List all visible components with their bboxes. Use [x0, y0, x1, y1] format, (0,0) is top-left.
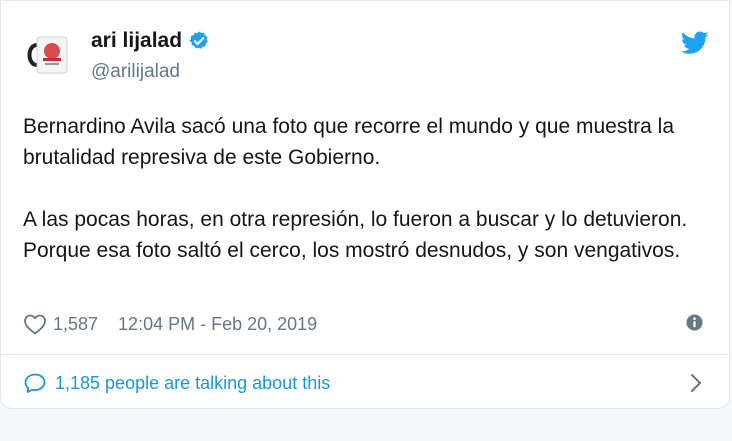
speech-bubble-icon [24, 373, 46, 393]
tweet-text: Bernardino Avila sacó una foto que recor… [23, 111, 713, 266]
chevron-right-icon[interactable] [689, 372, 703, 394]
like-count[interactable]: 1,587 [53, 314, 98, 335]
tweet-meta: 1,587 12:04 PM - Feb 20, 2019 [23, 309, 317, 339]
info-icon[interactable] [686, 314, 703, 331]
tweet-card: ari lijalad @arilijalad Bernardino Avila… [0, 0, 730, 409]
conversation-count-label[interactable]: 1,185 people are talking about this [55, 373, 330, 394]
divider [1, 354, 729, 355]
tweet-paragraph-2: A las pocas horas, en otra represión, lo… [23, 208, 694, 262]
conversation-link[interactable]: 1,185 people are talking about this [23, 369, 330, 397]
tweet-timestamp[interactable]: 12:04 PM - Feb 20, 2019 [118, 314, 317, 335]
tweet-paragraph-1: Bernardino Avila sacó una foto que recor… [23, 115, 680, 169]
heart-icon[interactable] [23, 313, 47, 335]
display-name-row[interactable]: ari lijalad [91, 29, 210, 53]
avatar[interactable] [23, 27, 75, 79]
verified-badge-icon [189, 31, 208, 49]
twitter-bird-icon[interactable] [681, 31, 709, 55]
user-handle[interactable]: @arilijalad [91, 61, 180, 83]
display-name[interactable]: ari lijalad [91, 29, 182, 53]
